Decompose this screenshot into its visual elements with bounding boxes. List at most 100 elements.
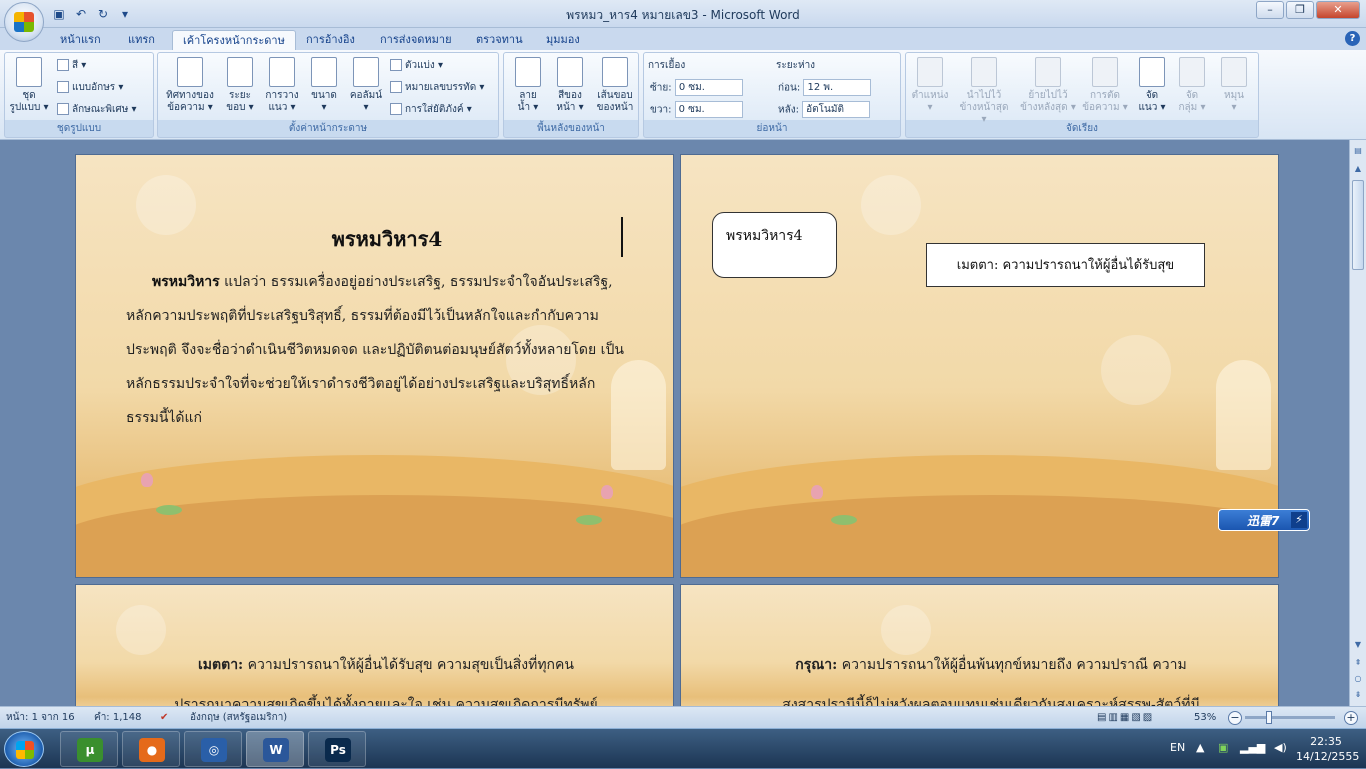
theme-effects-label: ลักษณะพิเศษ ▾ [72, 104, 137, 115]
proofing-icon[interactable]: ✔ [160, 707, 168, 729]
page-2[interactable]: พรหมวิหาร4 เมตตา: ความปรารถนาให้ผู้อื่นไ… [681, 155, 1278, 577]
zoom-out-icon[interactable]: − [1228, 711, 1242, 725]
themes-icon [16, 57, 42, 87]
spacing-title: ระยะห่าง [776, 60, 816, 71]
start-button[interactable] [4, 731, 44, 767]
tab-mailings[interactable]: การส่งจดหมาย [370, 30, 462, 50]
indent-right-label: ขวา: [650, 104, 672, 116]
tab-view[interactable]: มุมมอง [536, 30, 590, 50]
vertical-scrollbar[interactable]: ▤ ▲ ▼ ⇞ ○ ⇟ [1349, 140, 1366, 706]
help-icon[interactable]: ? [1345, 31, 1360, 46]
select-browse-object-icon[interactable]: ○ [1351, 672, 1365, 686]
karuna-lead: กรุณา: [795, 657, 838, 673]
karuna-paragraph: กรุณา: ความปรารถนาให้ผู้อื่นพ้นทุกข์หมาย… [731, 645, 1251, 706]
zoom-in-icon[interactable]: + [1344, 711, 1358, 725]
next-page-icon[interactable]: ⇟ [1351, 688, 1365, 702]
columns-button[interactable]: คอลัมน์ ▾ [346, 57, 386, 114]
breaks-label: ตัวแบ่ง ▾ [405, 60, 443, 71]
metta-shape[interactable]: เมตตา: ความปรารถนาให้ผู้อื่นได้รับสุข [926, 243, 1205, 287]
theme-fonts-button[interactable]: แบบอักษร ▾ [57, 79, 123, 97]
xunlei-floating-widget[interactable]: 迅雷7 ⚡ [1218, 509, 1310, 531]
safely-remove-icon[interactable]: ▣ [1218, 741, 1228, 754]
network-signal-icon[interactable]: ▂▄▆ [1240, 741, 1265, 754]
clock-date: 14/12/2555 [1296, 750, 1360, 763]
show-hidden-icons-icon[interactable]: ▲ [1196, 741, 1204, 754]
text-wrapping-icon [1092, 57, 1118, 87]
office-button[interactable] [4, 2, 44, 42]
margins-button[interactable]: ระยะ ขอบ ▾ [220, 57, 260, 114]
page-borders-button[interactable]: เส้นขอบ ของหน้า [592, 57, 638, 114]
lightning-bolt-icon: ⚡ [1291, 512, 1307, 528]
close-button[interactable]: ✕ [1316, 1, 1360, 19]
language-indicator[interactable]: อังกฤษ (สหรัฐอเมริกา) [190, 707, 287, 729]
ruler-toggle-icon[interactable]: ▤ [1351, 144, 1365, 158]
group-objects-button[interactable]: จัด กลุ่ม ▾ [1172, 57, 1212, 114]
tab-page-layout[interactable]: เค้าโครงหน้ากระดาษ [172, 30, 296, 50]
taskbar-app-button[interactable]: ● [122, 731, 180, 767]
taskbar-app-button[interactable]: µ [60, 731, 118, 767]
clock[interactable]: 22:35 14/12/2555 [1296, 734, 1360, 764]
page-4[interactable]: กรุณา: ความปรารถนาให้ผู้อื่นพ้นทุกข์หมาย… [681, 585, 1278, 706]
text-direction-button[interactable]: ทิศทางของ ข้อความ ▾ [162, 57, 218, 114]
decor-shape [1101, 335, 1171, 405]
themes-button[interactable]: ชุด รูปแบบ ▾ [9, 57, 49, 114]
metta-text-1: ความปรารถนาให้ผู้อื่นได้รับสุข ความสุขเป… [243, 657, 574, 673]
intro-lead: พรหมวิหาร [152, 274, 220, 290]
group-themes: ชุด รูปแบบ ▾ สี ▾ แบบอักษร ▾ ลักษณะพิเศษ… [4, 52, 154, 138]
scroll-down-icon[interactable]: ▼ [1351, 638, 1365, 652]
input-language[interactable]: EN [1170, 741, 1185, 754]
zoom-slider[interactable] [1245, 716, 1335, 719]
theme-effects-icon [57, 103, 69, 115]
tab-insert[interactable]: แทรก [118, 30, 165, 50]
view-buttons[interactable]: ▤▥▦▧▨ [1097, 707, 1154, 729]
hyphenation-button[interactable]: การใส่ยัติภังค์ ▾ [390, 101, 472, 119]
page-1[interactable]: พรหมวิหาร4 พรหมวิหาร แปลว่า ธรรมเครื่องอ… [76, 155, 673, 577]
tab-references[interactable]: การอ้างอิง [296, 30, 365, 50]
orientation-icon [269, 57, 295, 87]
page-3[interactable]: เมตตา: ความปรารถนาให้ผู้อื่นได้รับสุข คว… [76, 585, 673, 706]
scroll-up-icon[interactable]: ▲ [1351, 162, 1365, 176]
send-to-back-button[interactable]: ย้ายไปไว้ ข้างหลังสุด ▾ [1018, 57, 1078, 114]
align-label: จัด แนว ▾ [1138, 90, 1166, 113]
word-icon: W [263, 738, 289, 762]
title-shape[interactable]: พรหมวิหาร4 [712, 212, 837, 278]
word-count[interactable]: คำ: 1,148 [94, 707, 141, 729]
taskbar-app-button[interactable]: Ps [308, 731, 366, 767]
theme-colors-button[interactable]: สี ▾ [57, 57, 86, 75]
window-title: พรหมว_หาร4 หมายเลข3 - Microsoft Word [566, 8, 800, 22]
taskbar-app-button[interactable]: W [246, 731, 304, 767]
restore-button[interactable]: ❐ [1286, 1, 1314, 19]
watermark-label: ลาย น้ำ ▾ [517, 90, 539, 113]
zoom-level[interactable]: 53% [1194, 707, 1216, 729]
page-color-button[interactable]: สีของ หน้า ▾ [550, 57, 590, 114]
orientation-button[interactable]: การวาง แนว ▾ [262, 57, 302, 114]
previous-page-icon[interactable]: ⇞ [1351, 656, 1365, 670]
watermark-button[interactable]: ลาย น้ำ ▾ [508, 57, 548, 114]
tab-home[interactable]: หน้าแรก [50, 30, 111, 50]
tab-review[interactable]: ตรวจทาน [466, 30, 533, 50]
spacing-before-input[interactable]: 12 พ. [803, 79, 872, 96]
document-title: พรหมวิหาร4 [331, 227, 443, 251]
indent-right-input[interactable]: 0 ซม. [674, 101, 743, 118]
zoom-slider-thumb[interactable] [1266, 711, 1272, 724]
lotus-flower [141, 473, 153, 487]
text-direction-label: ทิศทางของ ข้อความ ▾ [166, 90, 214, 113]
columns-icon [353, 57, 379, 87]
page-count[interactable]: หน้า: 1 จาก 16 [6, 707, 75, 729]
bring-to-front-button[interactable]: นำไปไว้ ข้างหน้าสุด ▾ [956, 57, 1012, 126]
text-wrapping-button[interactable]: การตัด ข้อความ ▾ [1082, 57, 1128, 114]
indent-left-input[interactable]: 0 ซม. [674, 79, 743, 96]
scrollbar-thumb[interactable] [1352, 180, 1364, 270]
breaks-button[interactable]: ตัวแบ่ง ▾ [390, 57, 443, 75]
office-logo-icon [14, 12, 34, 32]
rotate-button[interactable]: หมุน ▾ [1214, 57, 1254, 114]
theme-effects-button[interactable]: ลักษณะพิเศษ ▾ [57, 101, 137, 119]
taskbar-app-button[interactable]: ◎ [184, 731, 242, 767]
align-button[interactable]: จัด แนว ▾ [1132, 57, 1172, 114]
volume-icon[interactable]: ◀) [1274, 741, 1287, 754]
position-button[interactable]: ตำแหน่ง ▾ [910, 57, 950, 114]
spacing-after-input[interactable]: อัตโนมัติ [802, 101, 871, 118]
size-button[interactable]: ขนาด ▾ [304, 57, 344, 114]
line-numbers-button[interactable]: หมายเลขบรรทัด ▾ [390, 79, 484, 97]
minimize-button[interactable]: – [1256, 1, 1284, 19]
